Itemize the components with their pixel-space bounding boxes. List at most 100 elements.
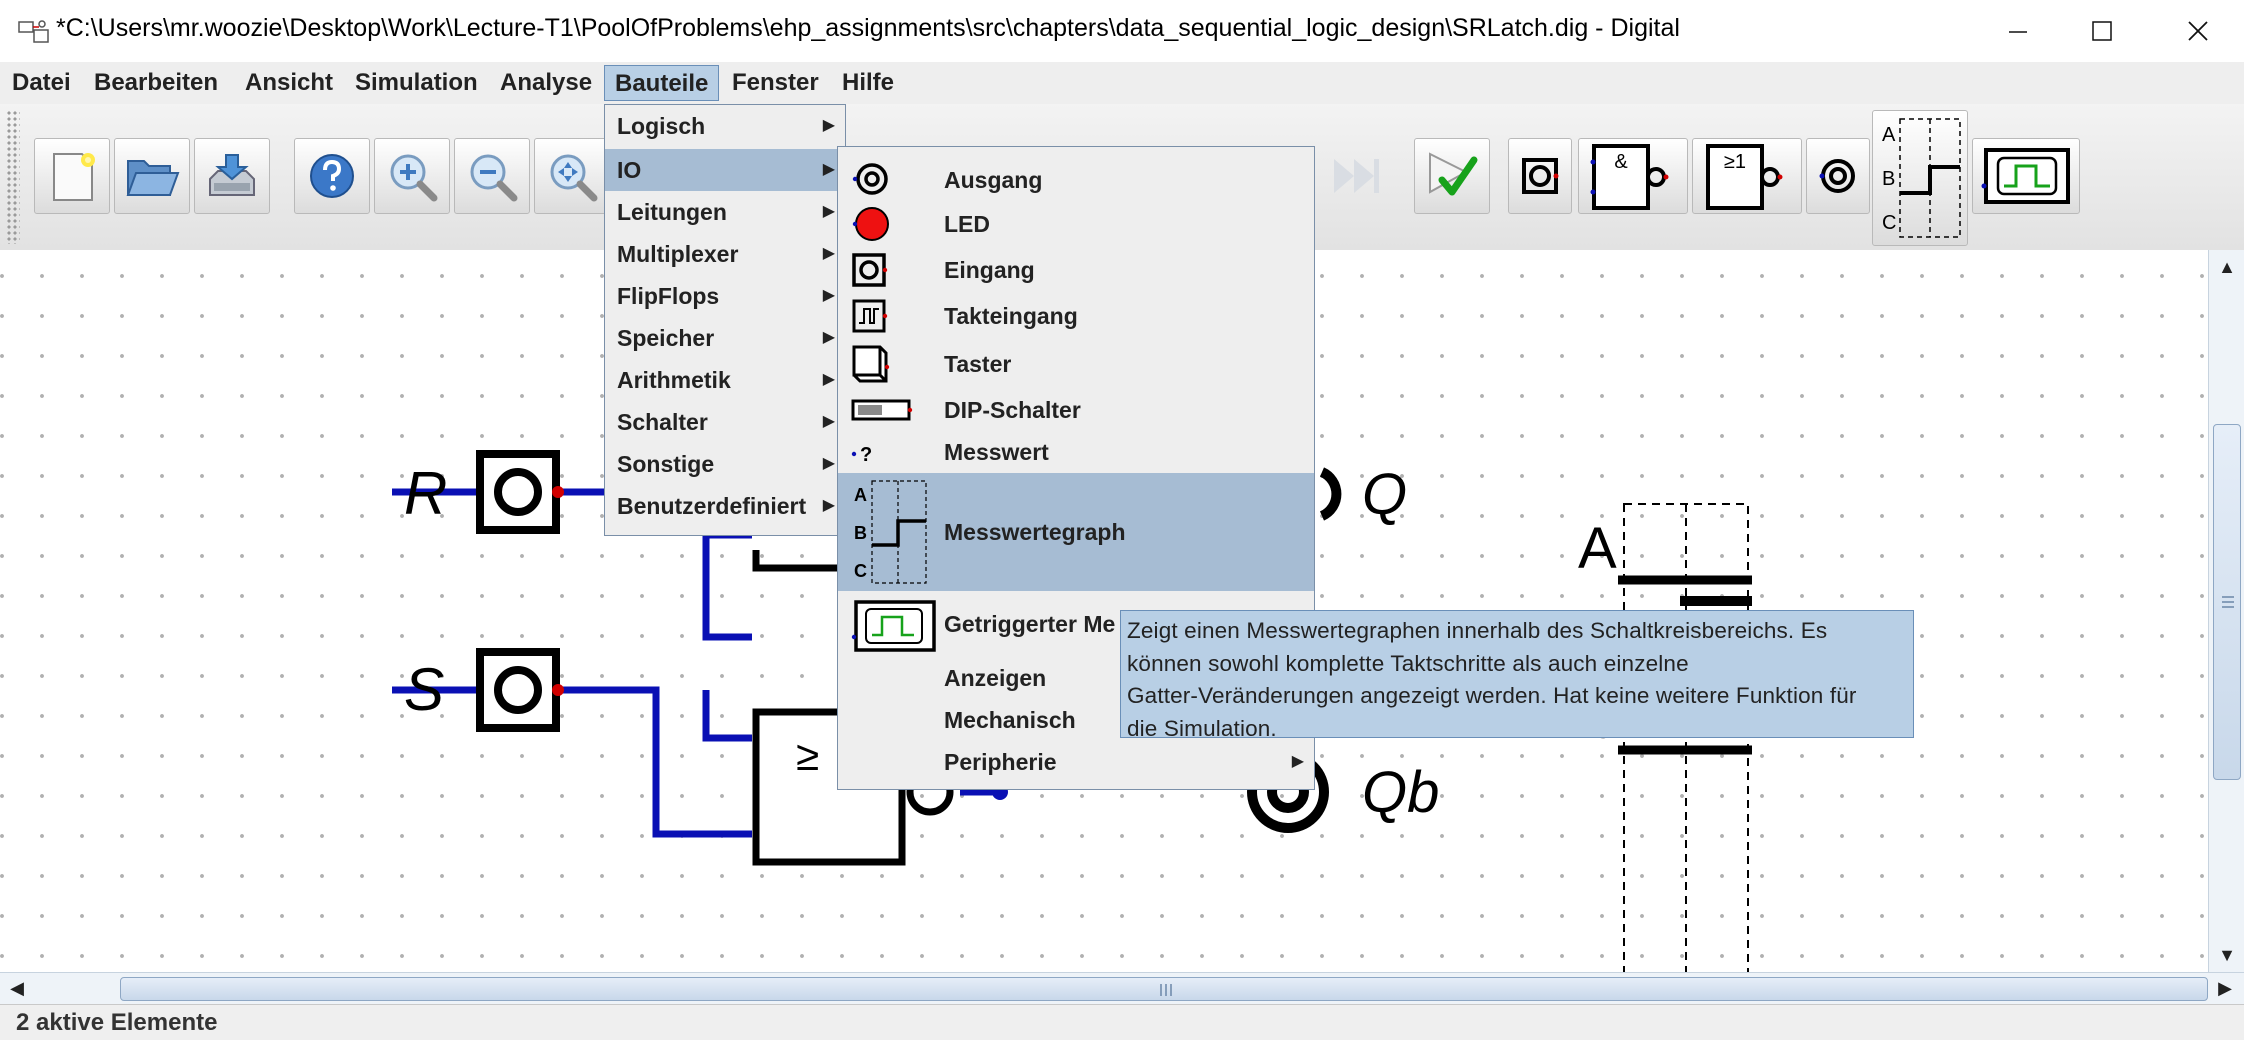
scope-icon (851, 600, 936, 652)
zoom-out-icon (470, 154, 518, 202)
menu-item-led[interactable]: LED (838, 201, 1314, 247)
menu-item-label: Anzeigen (944, 665, 1047, 691)
zoom-out-button[interactable] (454, 138, 530, 214)
menu-item-flipflops[interactable]: FlipFlops ▶ (605, 275, 845, 317)
menu-item-label: Ausgang (944, 167, 1043, 193)
scroll-left-arrow-icon[interactable]: ◀ (0, 973, 34, 1003)
menu-item-ausgang[interactable]: Ausgang (838, 157, 1314, 201)
help-button[interactable] (294, 138, 370, 214)
menu-item-peripherie[interactable]: Peripherie ▶ (838, 741, 1314, 785)
menu-item-io[interactable]: IO ▶ (605, 149, 845, 191)
menu-datei[interactable]: Datei (2, 65, 81, 101)
toolbar-or-gate-button[interactable]: ≥1 (1692, 138, 1802, 214)
menu-item-multiplexer[interactable]: Multiplexer ▶ (605, 233, 845, 275)
menu-hilfe[interactable]: Hilfe (832, 65, 904, 101)
toolbar-graph-button[interactable]: A B C (1872, 110, 1968, 246)
close-button[interactable] (2152, 0, 2244, 62)
menu-item-leitungen[interactable]: Leitungen ▶ (605, 191, 845, 233)
menu-item-takteingang[interactable]: Takteingang (838, 293, 1314, 339)
clock-input-icon (852, 299, 888, 333)
scroll-up-arrow-icon[interactable]: ▲ (2209, 250, 2244, 284)
menu-item-label: DIP-Schalter (944, 397, 1081, 423)
maximize-button[interactable] (2056, 0, 2148, 62)
app-icon (18, 20, 49, 43)
menu-item-benutzerdefiniert[interactable]: Benutzerdefiniert ▶ (605, 485, 845, 527)
toolbar-led-output-button[interactable] (1806, 138, 1870, 214)
tooltip-line: Gatter-Veränderungen angezeigt werden. H… (1127, 683, 1857, 708)
input-s[interactable] (476, 648, 564, 732)
nor-gate-top[interactable] (752, 550, 840, 572)
output-qb-label: Qb (1362, 760, 1439, 825)
graph-letter-a: A (854, 485, 867, 505)
menu-item-dip-schalter[interactable]: DIP-Schalter (838, 389, 1314, 433)
step-forward-button[interactable] (1318, 138, 1394, 214)
close-icon (2188, 21, 2208, 41)
zoom-fit-button[interactable] (534, 138, 610, 214)
scroll-down-arrow-icon[interactable]: ▼ (2209, 938, 2244, 972)
simulation-check-button[interactable] (1414, 138, 1490, 214)
menu-item-sonstige[interactable]: Sonstige ▶ (605, 443, 845, 485)
nor-gate-symbol: ≥ (796, 732, 819, 779)
input-r[interactable] (476, 450, 564, 534)
menu-fenster[interactable]: Fenster (722, 65, 829, 101)
dip-switch-icon (851, 399, 913, 421)
menu-item-label: FlipFlops (617, 283, 720, 309)
submenu-arrow-icon: ▶ (1291, 753, 1304, 770)
menu-analyse[interactable]: Analyse (490, 65, 602, 101)
menu-simulation[interactable]: Simulation (345, 65, 488, 101)
zoom-fit-icon (550, 154, 598, 202)
menu-item-label: LED (944, 211, 990, 237)
minimize-button[interactable] (1972, 0, 2064, 62)
fast-forward-icon (1334, 159, 1379, 193)
tooltip-line: die Simulation. (1127, 715, 1277, 741)
minimize-icon (2009, 31, 2027, 33)
toolbar-output-button[interactable] (1508, 138, 1572, 214)
scope-icon (1981, 148, 2070, 204)
graph-letter-c: C (854, 561, 867, 581)
menu-item-speicher[interactable]: Speicher ▶ (605, 317, 845, 359)
push-button-icon (852, 345, 890, 383)
open-file-button[interactable] (114, 138, 190, 214)
menu-item-label: Peripherie (944, 749, 1057, 775)
menu-item-label: IO (617, 157, 642, 183)
horizontal-scroll-thumb[interactable] (120, 977, 2208, 1001)
menu-item-messwert[interactable]: ? Messwert (838, 433, 1314, 473)
menu-item-logisch[interactable]: Logisch ▶ (605, 105, 845, 147)
submenu-arrow-icon: ▶ (822, 329, 835, 346)
graph-letter-c: C (1882, 212, 1896, 234)
input-icon (852, 253, 888, 287)
menu-item-label: Sonstige (617, 451, 715, 477)
submenu-arrow-icon: ▶ (822, 117, 835, 134)
scroll-right-arrow-icon[interactable]: ▶ (2208, 973, 2242, 1003)
window-title: *C:\Users\mr.woozie\Desktop\Work\Lecture… (56, 14, 1680, 42)
vertical-scroll-thumb[interactable] (2213, 424, 2241, 780)
menu-bar: Datei Bearbeiten Ansicht Simulation Anal… (0, 62, 2244, 104)
submenu-arrow-icon: ▶ (822, 371, 835, 388)
menu-item-label: Messwert (944, 439, 1049, 465)
and-gate-icon: & (1590, 144, 1669, 210)
menu-bauteile[interactable]: Bauteile (604, 65, 720, 101)
or-gate-icon: ≥1 (1706, 144, 1783, 210)
grip-lines-icon (2222, 596, 2234, 608)
horizontal-scrollbar[interactable]: ◀ ▶ (0, 972, 2244, 1004)
submenu-arrow-icon: ▶ (822, 203, 835, 220)
menu-item-taster[interactable]: Taster (838, 339, 1314, 389)
submenu-arrow-icon: ▶ (822, 161, 835, 178)
menu-item-schalter[interactable]: Schalter ▶ (605, 401, 845, 443)
menu-item-eingang[interactable]: Eingang (838, 247, 1314, 293)
menu-ansicht[interactable]: Ansicht (235, 65, 343, 101)
menu-bearbeiten[interactable]: Bearbeiten (84, 65, 228, 101)
tooltip: Zeigt einen Messwertegraphen innerhalb d… (1120, 610, 1914, 741)
menu-item-arithmetik[interactable]: Arithmetik ▶ (605, 359, 845, 401)
menu-item-messwertegraph[interactable]: A B C Messwertegraph (838, 473, 1314, 591)
save-file-button[interactable] (194, 138, 270, 214)
menu-item-label: Eingang (944, 257, 1035, 283)
toolbar-and-gate-button[interactable]: & (1578, 138, 1688, 214)
zoom-in-button[interactable] (374, 138, 450, 214)
output-component-icon (1522, 158, 1559, 194)
toolbar-grip[interactable] (6, 110, 20, 244)
vertical-scrollbar[interactable]: ▲ ▼ (2208, 250, 2244, 972)
toolbar-scope-button[interactable] (1972, 138, 2080, 214)
new-file-button[interactable] (34, 138, 110, 214)
output-q[interactable] (1319, 467, 1342, 521)
